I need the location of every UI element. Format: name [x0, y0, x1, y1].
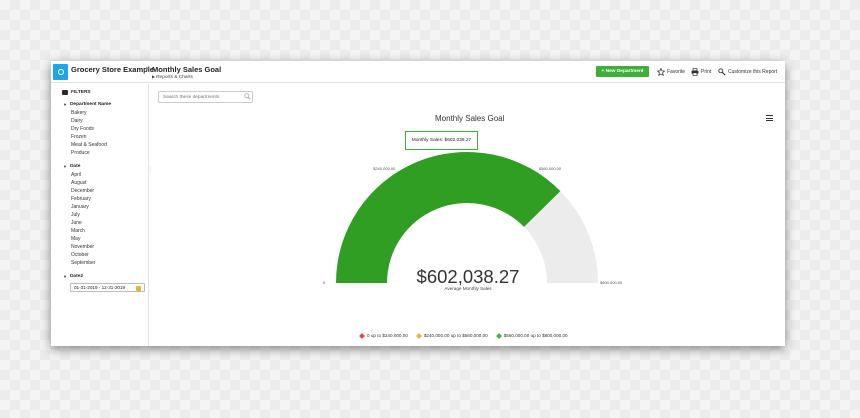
legend-item[interactable]: $240,000.00 up to $560,000.00	[416, 332, 488, 339]
gauge-value-arc[interactable]	[336, 152, 561, 283]
gauge-tick-label: $240,000.00	[373, 165, 396, 171]
gauge-subtitle: Average Monthly Sales	[444, 286, 492, 291]
chart-legend: 0 up to $240,000.00 $240,000.00 up to $5…	[359, 332, 568, 339]
legend-label: 0 up to $240,000.00	[367, 333, 408, 338]
legend-item[interactable]: 0 up to $240,000.00	[359, 332, 408, 339]
gauge-tick-label: $560,000.00	[538, 165, 562, 171]
legend-marker	[359, 332, 365, 339]
app-window: Grocery Store Example ▶ Monthly Sales Go…	[51, 61, 785, 346]
legend-label: $240,000.00 up to $560,000.00	[423, 333, 488, 338]
legend-marker	[416, 332, 422, 339]
gauge-tick-label: 0	[323, 280, 326, 285]
legend-label: $560,000.00 up to $800,000.00	[503, 333, 568, 338]
gauge-tick-label: $800,000.00	[600, 280, 623, 285]
legend-item[interactable]: $560,000.00 up to $800,000.00	[495, 332, 568, 339]
legend-marker	[495, 332, 502, 339]
gauge-value: $602,038.27	[416, 266, 520, 287]
gauge-tooltip: Monthly Sales: $602,038.27	[405, 131, 478, 150]
gauge-chart	[336, 152, 598, 283]
